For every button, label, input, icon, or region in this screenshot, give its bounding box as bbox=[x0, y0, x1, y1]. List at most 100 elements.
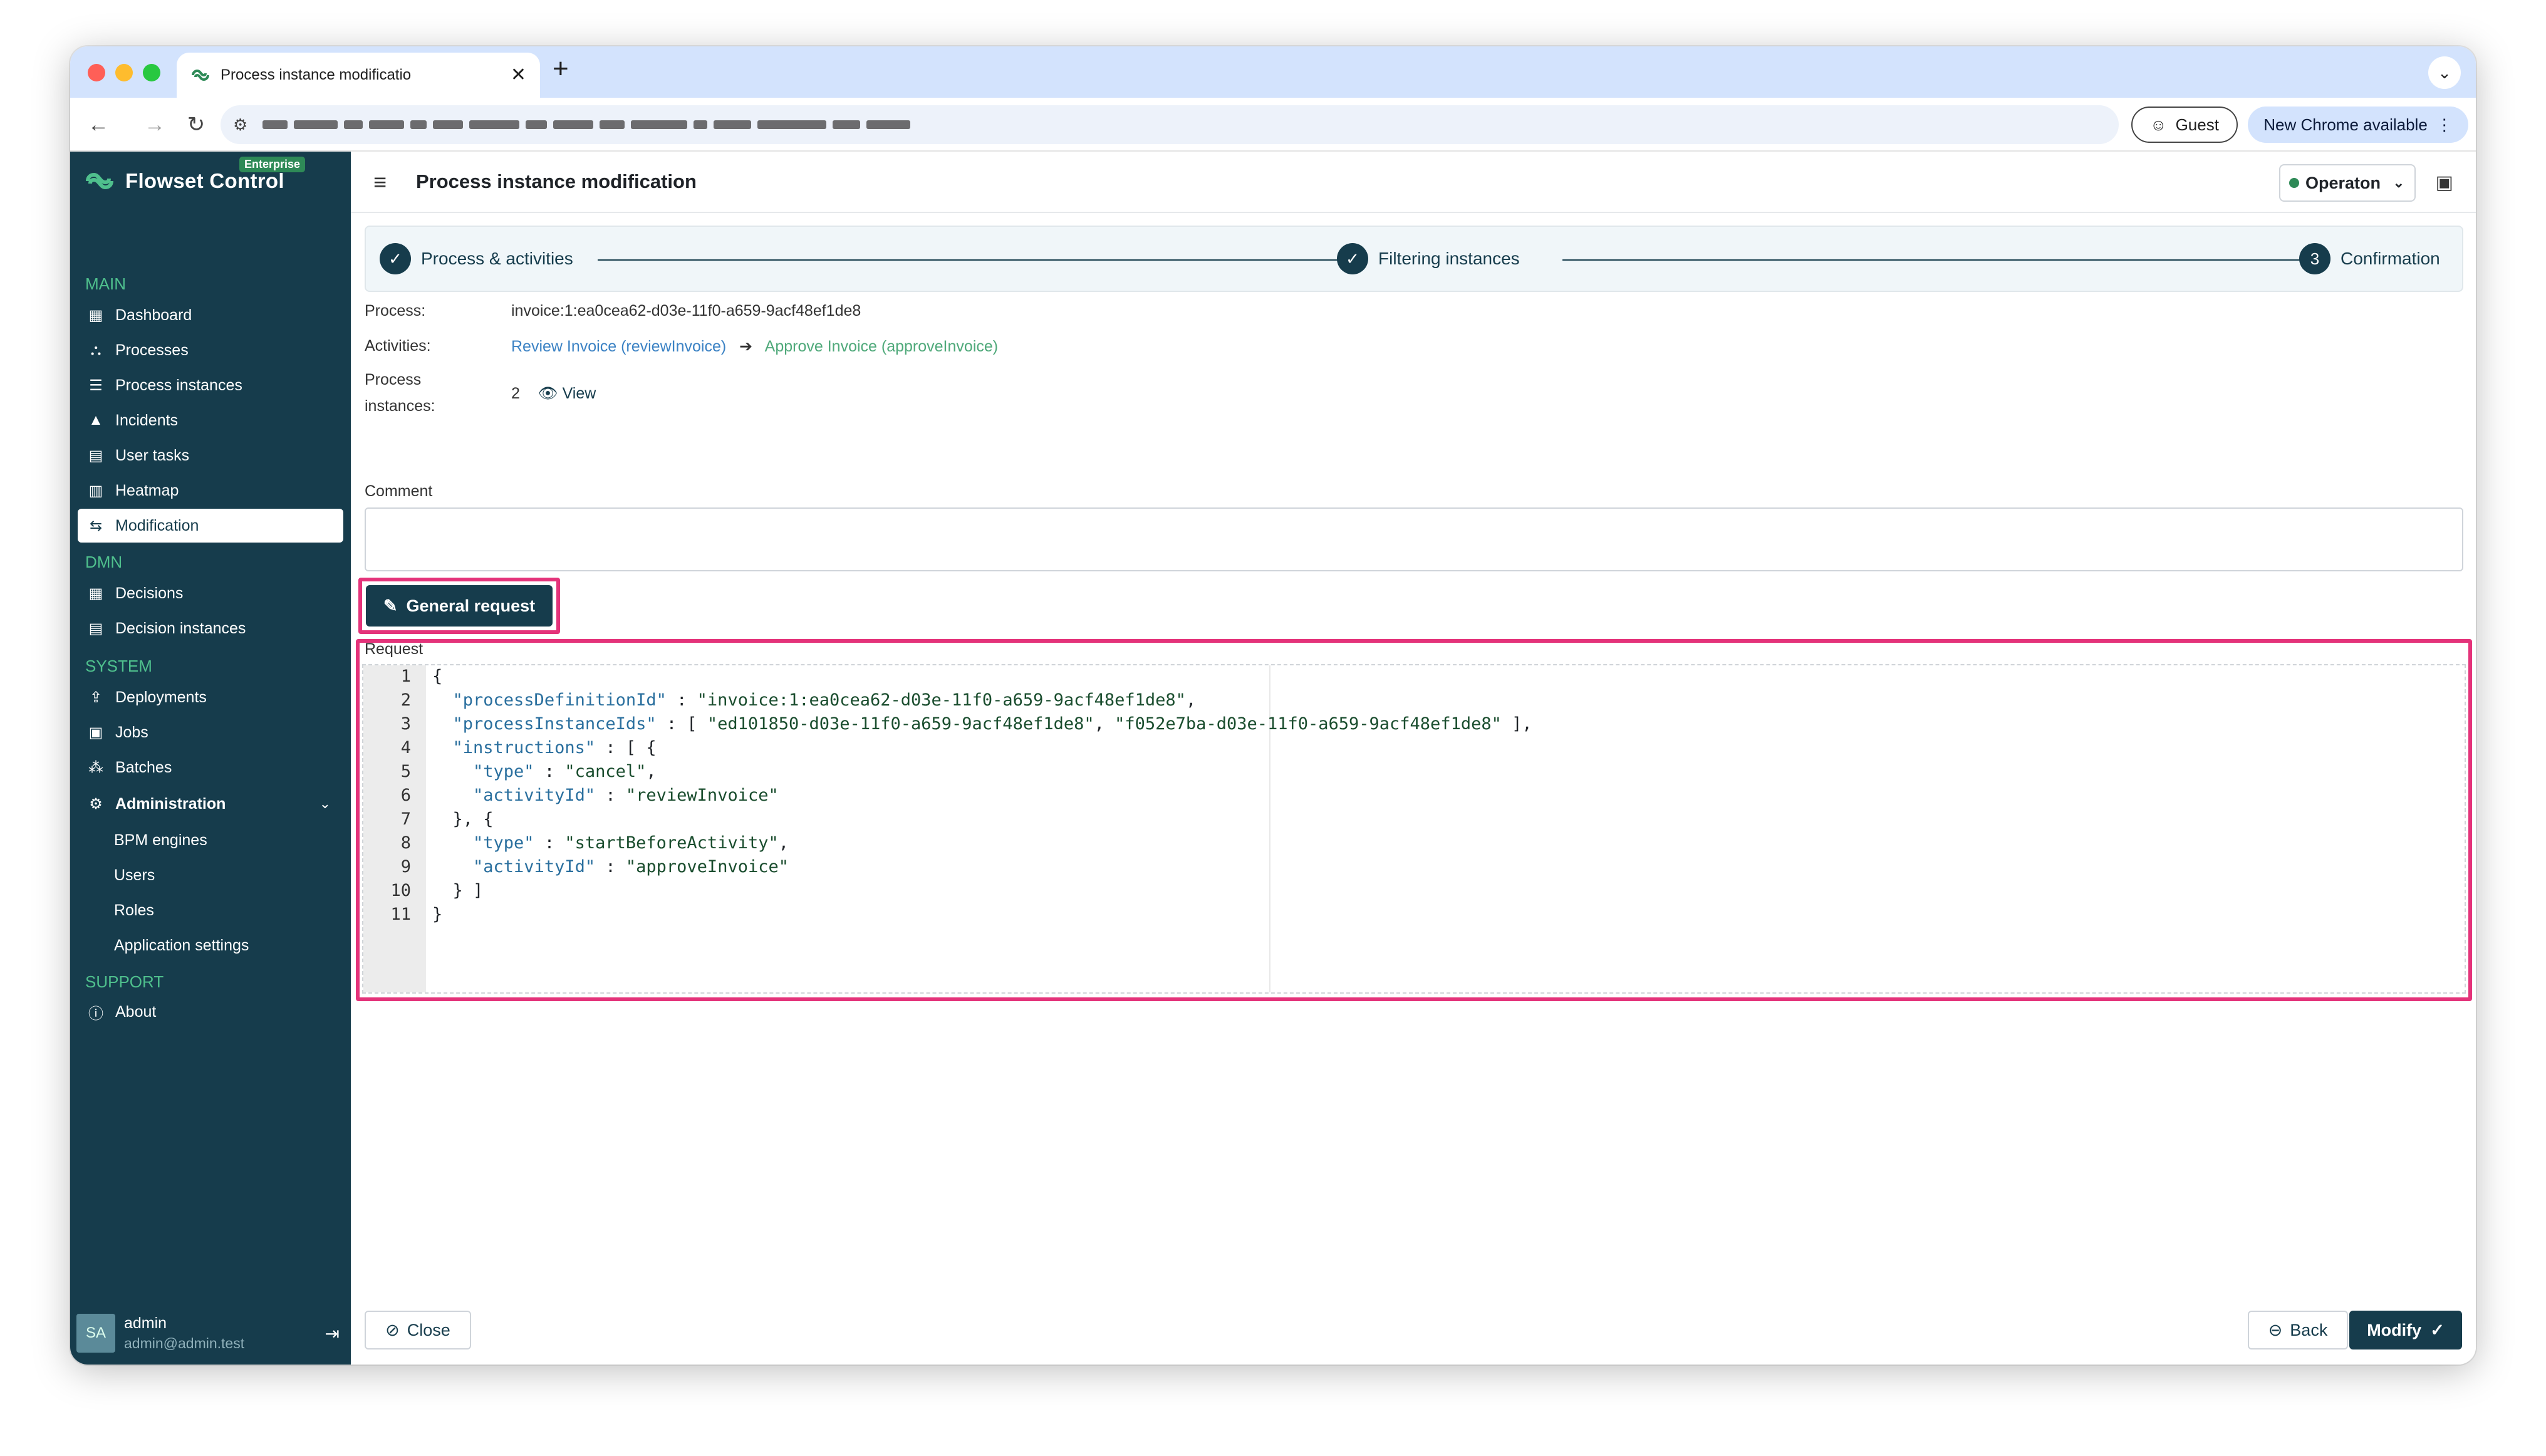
step-label: Confirmation bbox=[2341, 249, 2440, 268]
comment-label: Comment bbox=[365, 482, 433, 500]
step-filtering-instances[interactable]: ✓ Filtering instances bbox=[1337, 243, 1520, 274]
instances-label-line2: instances: bbox=[365, 397, 435, 415]
view-instances-link[interactable]: 👁 View bbox=[538, 385, 596, 402]
general-request-label: General request bbox=[406, 596, 536, 615]
site-settings-icon[interactable]: ⚙ bbox=[233, 115, 247, 135]
address-bar[interactable]: ⚙ bbox=[221, 105, 2119, 144]
check-icon: ✓ bbox=[380, 243, 411, 274]
line-number: 2 bbox=[400, 690, 411, 710]
sidebar-item-process-instances[interactable]: ☰ Process instances bbox=[78, 368, 343, 402]
sidebar-item-user-tasks[interactable]: ▤ User tasks bbox=[78, 439, 343, 472]
sidebar-item-modification[interactable]: ⇆ Modification bbox=[78, 509, 343, 543]
activity-from-link[interactable]: Review Invoice (reviewInvoice) bbox=[511, 338, 726, 355]
step-label: Process & activities bbox=[421, 249, 573, 268]
sidebar-item-about[interactable]: ⓘ About bbox=[78, 995, 343, 1029]
sidebar-item-deployments[interactable]: ⇪ Deployments bbox=[78, 680, 343, 714]
sidebar-item-users[interactable]: Users bbox=[78, 858, 343, 892]
sidebar-item-roles[interactable]: Roles bbox=[78, 893, 343, 927]
flowset-logo-icon bbox=[86, 172, 113, 190]
step-number: 3 bbox=[2299, 243, 2330, 274]
instances-count: 2 bbox=[511, 385, 520, 402]
more-vert-icon: ⋮ bbox=[2436, 115, 2453, 134]
activity-to-link[interactable]: Approve Invoice (approveInvoice) bbox=[765, 338, 998, 355]
general-request-button[interactable]: ✎ General request bbox=[366, 585, 553, 627]
sidebar-item-decision-instances[interactable]: ▤ Decision instances bbox=[78, 611, 343, 645]
modify-button[interactable]: Modify ✓ bbox=[2349, 1311, 2462, 1349]
engine-name: Operaton bbox=[2305, 173, 2381, 192]
hierarchy-icon: ⛬ bbox=[90, 341, 101, 358]
sidebar-item-label: Batches bbox=[115, 758, 172, 776]
line-number: 9 bbox=[400, 857, 411, 876]
sidebar-item-label: Modification bbox=[115, 516, 199, 534]
back-circle-icon: ⊖ bbox=[2268, 1320, 2283, 1339]
line-number: 6 bbox=[400, 786, 411, 805]
section-main: MAIN bbox=[85, 274, 126, 293]
sidebar-item-label: Jobs bbox=[115, 723, 148, 741]
sidebar-item-label: Decision instances bbox=[115, 619, 246, 637]
plus-icon[interactable]: + bbox=[553, 55, 569, 83]
sidebar-item-administration[interactable]: ⚙ Administration ⌄ bbox=[78, 787, 343, 821]
tab-title: Process instance modificatio bbox=[221, 66, 412, 83]
sidebar-item-incidents[interactable]: ▲ Incidents bbox=[78, 403, 343, 437]
sidebar-item-decisions[interactable]: ▦ Decisions bbox=[78, 576, 343, 610]
sidebar-item-processes[interactable]: ⛬ Processes bbox=[78, 333, 343, 367]
line-number: 8 bbox=[400, 833, 411, 853]
logout-icon[interactable]: ⇥ bbox=[325, 1323, 340, 1344]
comment-field[interactable] bbox=[365, 507, 2463, 571]
engine-select[interactable]: Operaton ⌄ bbox=[2279, 164, 2416, 202]
logo[interactable]: Flowset Control bbox=[84, 169, 284, 193]
line-number: 4 bbox=[400, 738, 411, 757]
magic-wand-icon: ✎ bbox=[383, 596, 398, 615]
enterprise-badge: Enterprise bbox=[239, 157, 306, 172]
tab-search-chevron-icon[interactable]: ⌄ bbox=[2428, 56, 2461, 89]
request-code-editor[interactable]: 1 2 3 4 5 6 7 8 9 10 11 { "processDefini… bbox=[362, 664, 2466, 994]
sidebar-item-jobs[interactable]: ▣ Jobs bbox=[78, 715, 343, 749]
close-tab-icon[interactable]: ✕ bbox=[511, 66, 526, 85]
code-line: "processInstanceIds" : [ "ed101850-d03e-… bbox=[452, 714, 1532, 734]
maximize-window-button[interactable] bbox=[143, 64, 160, 81]
hamburger-menu-icon[interactable]: ≡ bbox=[373, 169, 387, 195]
line-number: 7 bbox=[400, 809, 411, 829]
sidebar-item-label: Deployments bbox=[115, 688, 207, 706]
minimize-window-button[interactable] bbox=[115, 64, 133, 81]
browser-tab[interactable]: Process instance modificatio ✕ bbox=[177, 53, 540, 98]
sidebar-item-application-settings[interactable]: Application settings bbox=[78, 928, 343, 962]
sidebar-item-label: BPM engines bbox=[114, 831, 207, 849]
back-button[interactable]: ⊖ Back bbox=[2248, 1311, 2348, 1349]
forward-arrow-icon[interactable]: → bbox=[140, 110, 169, 139]
sidebar-item-bpm-engines[interactable]: BPM engines bbox=[78, 823, 343, 857]
reload-icon[interactable]: ↻ bbox=[182, 110, 210, 139]
deploy-icon: ⇪ bbox=[89, 689, 103, 706]
jobs-icon: ▣ bbox=[88, 724, 103, 741]
process-value: invoice:1:ea0cea62-d03e-11f0-a659-9acf48… bbox=[511, 302, 861, 320]
main-content: ≡ Process instance modification Operaton… bbox=[351, 152, 2476, 1365]
engine-info-icon[interactable]: ▣ bbox=[2436, 172, 2453, 194]
step-process-activities[interactable]: ✓ Process & activities bbox=[380, 243, 573, 274]
swap-icon: ⇆ bbox=[89, 517, 103, 534]
chrome-update-button[interactable]: New Chrome available ⋮ bbox=[2248, 107, 2468, 143]
section-support: SUPPORT bbox=[85, 972, 164, 991]
sidebar-item-label: Process instances bbox=[115, 376, 242, 394]
sidebar-item-batches[interactable]: ⁂ Batches bbox=[78, 751, 343, 784]
sidebar-item-label: About bbox=[115, 1002, 157, 1021]
guest-profile-button[interactable]: ☺ Guest bbox=[2131, 107, 2238, 143]
sidebar-item-dashboard[interactable]: ▦ Dashboard bbox=[78, 298, 343, 332]
code-line: } ] bbox=[432, 881, 484, 900]
step-confirmation[interactable]: 3 Confirmation bbox=[2299, 243, 2440, 274]
status-dot bbox=[2289, 178, 2299, 188]
code-line: "type" : "startBeforeActivity", bbox=[473, 833, 789, 853]
section-dmn: DMN bbox=[85, 553, 123, 571]
info-icon: ⓘ bbox=[88, 1005, 103, 1022]
view-label: View bbox=[562, 385, 596, 402]
eye-icon: 👁 bbox=[538, 385, 558, 402]
step-connector bbox=[598, 259, 1356, 261]
flowset-favicon-icon bbox=[192, 69, 209, 81]
modify-label: Modify bbox=[2367, 1320, 2422, 1339]
sidebar-item-label: Dashboard bbox=[115, 306, 192, 324]
back-arrow-icon[interactable]: ← bbox=[84, 110, 113, 139]
sidebar-item-heatmap[interactable]: ▥ Heatmap bbox=[78, 474, 343, 507]
close-window-button[interactable] bbox=[88, 64, 105, 81]
sidebar: Flowset Control Enterprise MAIN ▦ Dashbo… bbox=[70, 152, 351, 1365]
close-button[interactable]: ⊘ Close bbox=[365, 1311, 471, 1349]
sidebar-item-label: Roles bbox=[114, 901, 154, 919]
